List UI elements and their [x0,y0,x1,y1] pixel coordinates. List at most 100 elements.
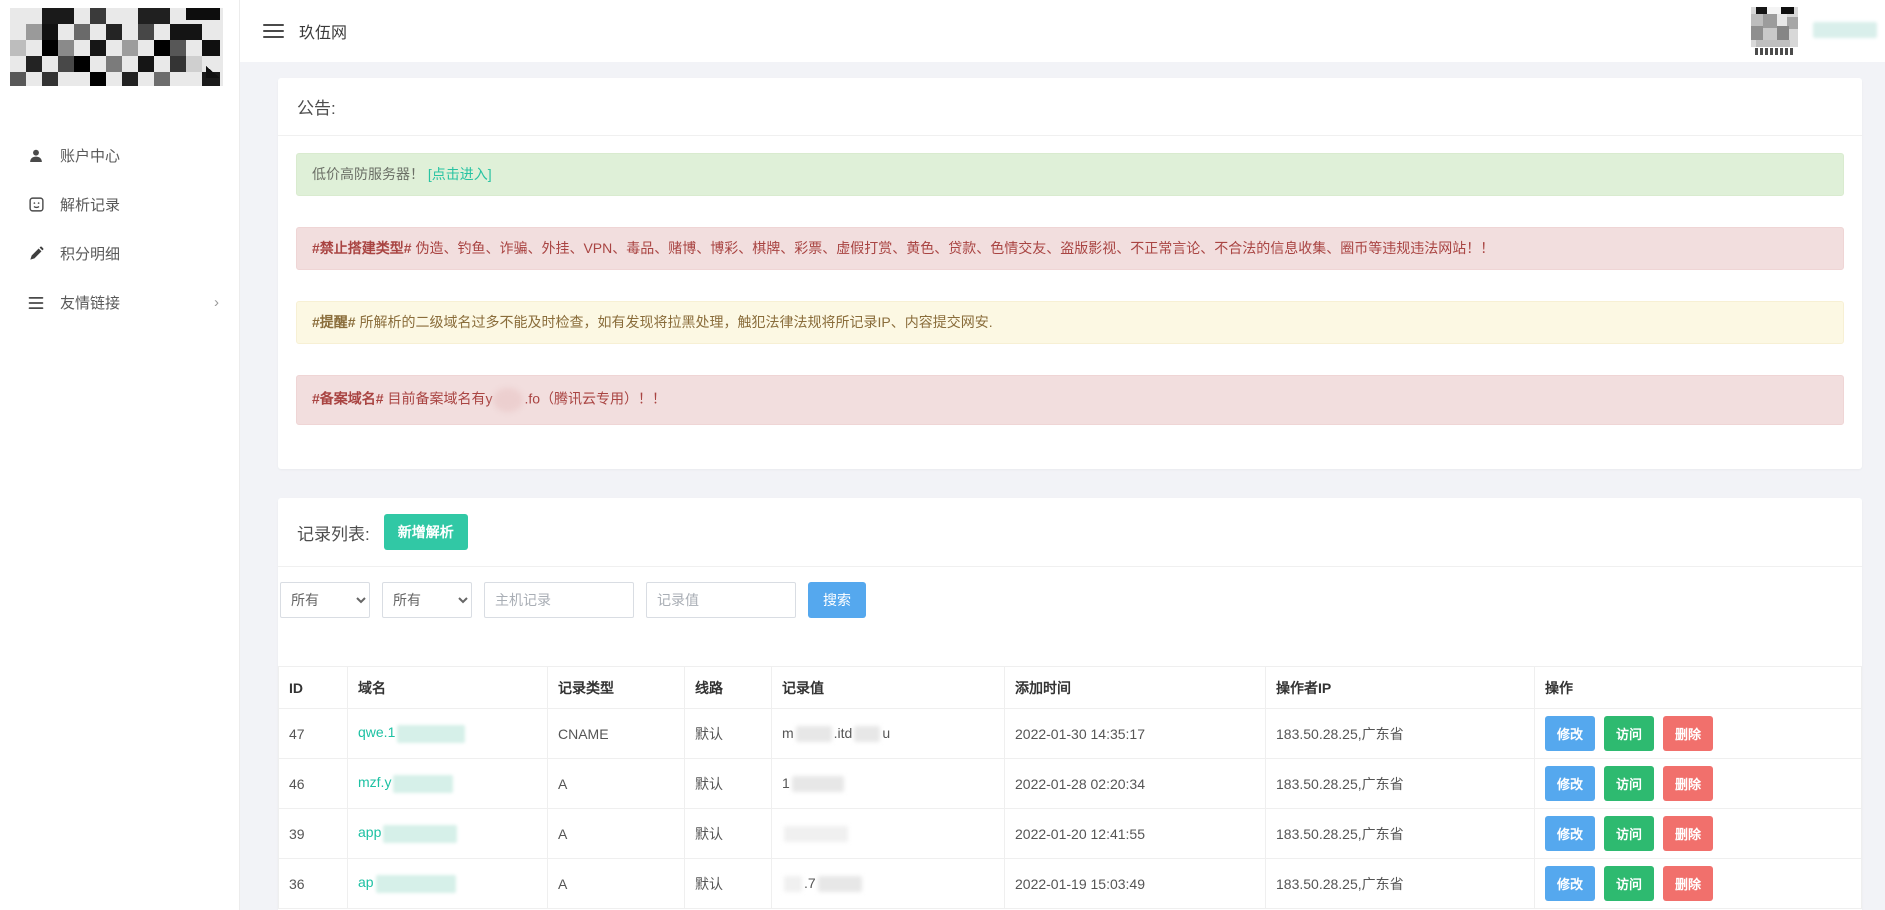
value-text: .itd [834,725,853,741]
sidebar-item-label: 账户中心 [60,145,120,166]
table-row: 46 mzf.y A 默认 1 2022-01-28 02:20:34 183.… [279,759,1862,809]
cell-id: 46 [279,759,348,809]
redaction-patch [376,875,456,893]
cell-record-type: A [548,809,685,859]
record-type-filter-select[interactable]: 所有 [280,582,370,618]
edit-button[interactable]: 修改 [1545,766,1595,801]
redaction-patch [784,826,848,842]
alert-icp-domain: #备案域名# 目前备案域名有y .fo（腾讯云专用）！！ [296,375,1844,425]
cell-operator-ip: 183.50.28.25,广东省 [1266,759,1535,809]
topbar-right [1751,7,1877,55]
records-table: ID 域名 记录类型 线路 记录值 添加时间 操作者IP 操作 47 qwe.1… [278,666,1862,909]
cell-added-time: 2022-01-19 15:03:49 [1005,859,1266,909]
cell-domain: mzf.y [348,759,548,809]
cell-record-type: A [548,859,685,909]
cell-record-value: m.itdu [772,709,1005,759]
sidebar-item-label: 积分明细 [60,243,120,264]
edit-button[interactable]: 修改 [1545,716,1595,751]
visit-button[interactable]: 访问 [1604,716,1654,751]
cell-id: 39 [279,809,348,859]
redaction-patch [796,726,832,742]
avatar[interactable] [1751,7,1798,55]
line-filter-select[interactable]: 所有 [382,582,472,618]
delete-button[interactable]: 删除 [1663,716,1713,751]
delete-button[interactable]: 删除 [1663,816,1713,851]
table-header-row: ID 域名 记录类型 线路 记录值 添加时间 操作者IP 操作 [279,667,1862,709]
sidebar-item-label: 友情链接 [60,292,120,313]
chevron-right-icon: › [214,294,219,311]
records-card: 记录列表: 新增解析 所有 所有 搜索 ID 域名 记录类型 [278,498,1862,910]
col-operator-ip: 操作者IP [1266,667,1535,709]
delete-button[interactable]: 删除 [1663,866,1713,901]
visit-button[interactable]: 访问 [1604,816,1654,851]
username-redacted [1813,22,1877,38]
domain-link[interactable]: mzf.y [358,774,391,790]
alert-text: 目前备案域名有y [384,391,493,407]
cell-record-value: .7 [772,859,1005,909]
menu-toggle-icon[interactable] [263,20,284,42]
search-button[interactable]: 搜索 [808,582,866,618]
domain-link[interactable]: app [358,824,381,840]
sidebar-menu: 账户中心 解析记录 积分明细 友情链接 › [0,131,239,327]
cell-operator-ip: 183.50.28.25,广东省 [1266,809,1535,859]
visit-button[interactable]: 访问 [1604,866,1654,901]
col-added-time: 添加时间 [1005,667,1266,709]
redaction-blur [493,388,523,412]
col-record-value: 记录值 [772,667,1005,709]
cell-operator-ip: 183.50.28.25,广东省 [1266,859,1535,909]
sidebar-item-points-detail[interactable]: 积分明细 [0,229,239,278]
records-header: 记录列表: 新增解析 [278,498,1862,567]
domain-link[interactable]: ap [358,874,374,890]
domain-link[interactable]: qwe.1 [358,724,395,740]
col-line: 线路 [685,667,772,709]
alert-prefix: #备案域名# [312,391,384,407]
redaction-patch [792,776,844,792]
redaction-patch [383,825,457,843]
site-title: 玖伍网 [299,19,347,43]
delete-button[interactable]: 删除 [1663,766,1713,801]
alert-forbidden-types: #禁止搭建类型# 伪造、钓鱼、诈骗、外挂、VPN、毒品、赌博、博彩、棋牌、彩票、… [296,227,1844,270]
cell-line: 默认 [685,709,772,759]
edit-button[interactable]: 修改 [1545,816,1595,851]
add-record-button[interactable]: 新增解析 [384,514,468,550]
record-value-input[interactable] [646,582,796,618]
sidebar-item-account-center[interactable]: 账户中心 [0,131,239,180]
cell-actions: 修改访问删除 [1535,709,1862,759]
cell-operator-ip: 183.50.28.25,广东省 [1266,709,1535,759]
cell-line: 默认 [685,759,772,809]
value-text: u [882,725,890,741]
redaction-patch [854,726,880,742]
sidebar-item-friend-links[interactable]: 友情链接 › [0,278,239,327]
cell-record-value: 1 [772,759,1005,809]
col-id: ID [279,667,348,709]
sidebar-item-dns-records[interactable]: 解析记录 [0,180,239,229]
edit-button[interactable]: 修改 [1545,866,1595,901]
table-row: 36 ap A 默认 .7 2022-01-19 15:03:49 183.50… [279,859,1862,909]
host-record-input[interactable] [484,582,634,618]
redaction-patch [818,876,862,892]
visit-button[interactable]: 访问 [1604,766,1654,801]
topbar: 玖伍网 [240,0,1885,62]
promo-link[interactable]: [点击进入] [428,166,492,182]
alert-text: 伪造、钓鱼、诈骗、外挂、VPN、毒品、赌博、博彩、棋牌、彩票、虚假打赏、黄色、贷… [412,240,1495,256]
alert-text: 低价高防服务器！ [312,166,424,182]
cell-id: 36 [279,859,348,909]
alert-text: 所解析的二级域名过多不能及时检查，如有发现将拉黑处理，触犯法律法规将所记录IP、… [356,314,993,330]
sidebar-item-label: 解析记录 [60,194,120,215]
value-text: 1 [782,775,790,791]
announcement-card: 公告: 低价高防服务器！ [点击进入] #禁止搭建类型# 伪造、钓鱼、诈骗、外挂… [278,78,1862,469]
alert-reminder: #提醒# 所解析的二级域名过多不能及时检查，如有发现将拉黑处理，触犯法律法规将所… [296,301,1844,344]
cell-added-time: 2022-01-30 14:35:17 [1005,709,1266,759]
records-badge-icon [27,196,45,214]
table-row: 47 qwe.1 CNAME 默认 m.itdu 2022-01-30 14:3… [279,709,1862,759]
cell-domain: qwe.1 [348,709,548,759]
alert-server-promo: 低价高防服务器！ [点击进入] [296,153,1844,196]
cell-domain: app [348,809,548,859]
cell-added-time: 2022-01-20 12:41:55 [1005,809,1266,859]
pen-icon [27,245,45,263]
alert-text: .fo（腾讯云专用）！！ [524,391,666,407]
value-text: .7 [804,875,816,891]
announcement-title: 公告: [278,78,1862,136]
filter-bar: 所有 所有 搜索 [278,567,1862,618]
cell-record-type: CNAME [548,709,685,759]
